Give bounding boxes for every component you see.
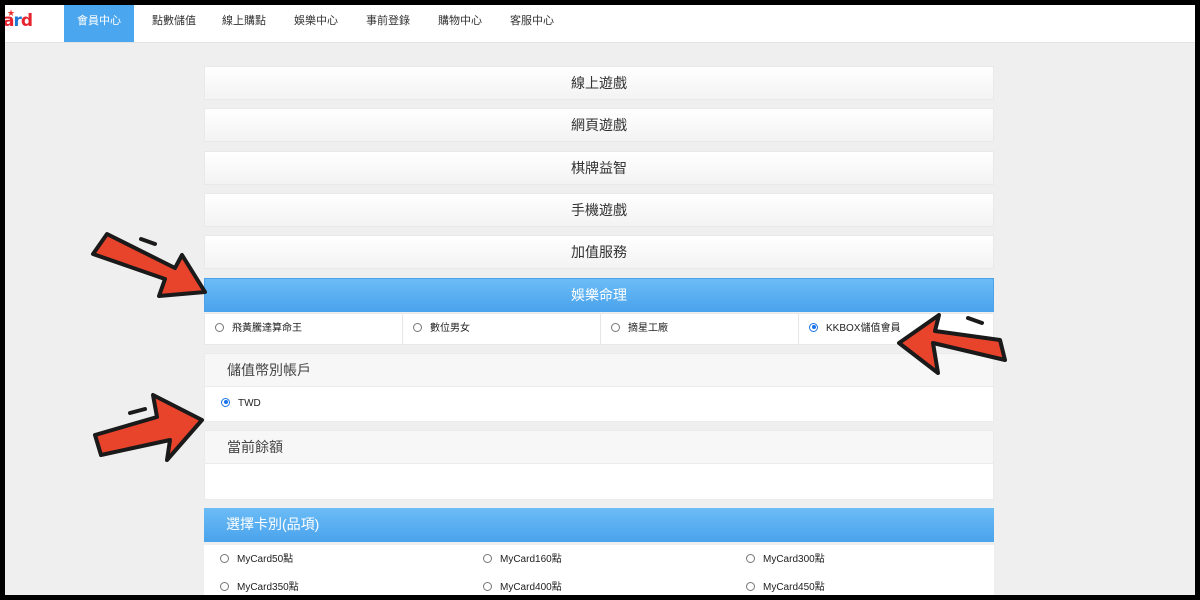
arrow-annotation-icon — [93, 393, 204, 462]
card-option[interactable]: MyCard50點 — [220, 553, 293, 567]
arrow-annotation-icon — [91, 232, 207, 298]
card-option[interactable]: MyCard400點 — [483, 581, 562, 595]
radio-button[interactable] — [220, 581, 229, 591]
browser-viewport: ★ ard 會員中心 點數儲值 線上購點 娛樂中心 事前登錄 購物中心 客服中心… — [5, 5, 1195, 595]
radio-button[interactable] — [215, 322, 224, 332]
card-options-grid: MyCard50點 MyCard160點 MyCard300點 MyCard35… — [204, 545, 994, 595]
category-online-games[interactable]: 線上遊戲 — [204, 66, 994, 100]
card-option[interactable]: MyCard350點 — [220, 581, 299, 595]
logo-text: ard — [5, 11, 33, 31]
radio-button-checked[interactable] — [221, 397, 230, 407]
category-mobile-games[interactable]: 手機遊戲 — [204, 193, 994, 227]
subitem-option[interactable]: 數位男女 — [403, 314, 601, 344]
site-logo[interactable]: ★ ard — [5, 7, 43, 37]
subitem-option[interactable]: 飛黃騰達算命王 — [205, 314, 403, 344]
radio-button[interactable] — [611, 322, 620, 332]
subitem-option[interactable]: 摘星工廠 — [601, 314, 799, 344]
card-option-label: MyCard450點 — [763, 582, 825, 593]
radio-button-checked[interactable] — [809, 322, 818, 332]
subitem-label: 數位男女 — [430, 323, 470, 334]
card-option[interactable]: MyCard160點 — [483, 553, 562, 567]
subitem-label: 摘星工廠 — [628, 323, 668, 334]
nav-customer-service[interactable]: 客服中心 — [501, 5, 563, 42]
nav-shopping-center[interactable]: 購物中心 — [429, 5, 491, 42]
category-web-games[interactable]: 網頁遊戲 — [204, 108, 994, 142]
card-option-label: MyCard160點 — [500, 554, 562, 565]
balance-section-title: 當前餘額 — [204, 430, 994, 464]
category-value-added[interactable]: 加值服務 — [204, 235, 994, 269]
card-select-title: 選擇卡別(品項) — [204, 508, 994, 542]
currency-section-body: TWD — [204, 387, 994, 422]
card-option-label: MyCard50點 — [237, 554, 294, 565]
arrow-annotation-icon — [897, 313, 1007, 375]
nav-entertainment-center[interactable]: 娛樂中心 — [285, 5, 347, 42]
radio-button[interactable] — [413, 322, 422, 332]
card-option-label: MyCard350點 — [237, 582, 299, 593]
nav-points-topup[interactable]: 點數儲值 — [143, 5, 205, 42]
nav-online-purchase[interactable]: 線上購點 — [213, 5, 275, 42]
card-option[interactable]: MyCard450點 — [746, 581, 825, 595]
radio-button[interactable] — [483, 553, 492, 563]
nav-pre-registration[interactable]: 事前登錄 — [357, 5, 419, 42]
subitem-label: 飛黃騰達算命王 — [232, 323, 302, 334]
card-option-label: MyCard300點 — [763, 554, 825, 565]
radio-button[interactable] — [220, 553, 229, 563]
currency-section-title: 儲值幣別帳戶 — [204, 353, 994, 387]
card-option-label: MyCard400點 — [500, 582, 562, 593]
balance-section-body — [204, 464, 994, 500]
nav-member-center[interactable]: 會員中心 — [64, 5, 134, 42]
card-option[interactable]: MyCard300點 — [746, 553, 825, 567]
subitem-radio-row: 飛黃騰達算命王 數位男女 摘星工廠 KKBOX儲值會員 — [204, 313, 994, 345]
radio-button[interactable] — [483, 581, 492, 591]
category-board-puzzle[interactable]: 棋牌益智 — [204, 151, 994, 185]
radio-button[interactable] — [746, 553, 755, 563]
currency-option-label: TWD — [238, 398, 261, 409]
radio-button[interactable] — [746, 581, 755, 591]
category-entertainment-fortune[interactable]: 娛樂命理 — [204, 278, 994, 312]
top-navigation: ★ ard 會員中心 點數儲值 線上購點 娛樂中心 事前登錄 購物中心 客服中心 — [5, 5, 1195, 43]
